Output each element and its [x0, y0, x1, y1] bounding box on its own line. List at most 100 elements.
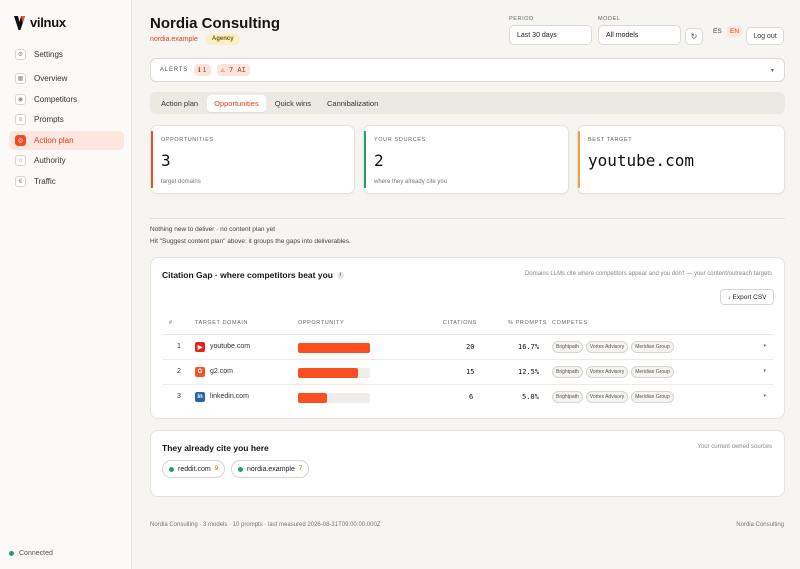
opportunity-fill — [298, 343, 370, 353]
main-content: Nordia Consulting nordia.example Agency … — [132, 0, 800, 569]
tab-cannibalization[interactable]: Cannibalization — [320, 95, 385, 112]
row-pct-prompts: 12.5% — [518, 368, 540, 376]
export-csv-button[interactable]: ↓ Export CSV — [720, 289, 774, 305]
competitor-chips: Brightpath Vortex Advisory Meridian Grou… — [552, 341, 674, 353]
sidebar-item-label: Competitors — [34, 95, 78, 104]
sidebar-item-traffic[interactable]: € Traffic — [9, 172, 124, 191]
card-accent — [364, 131, 366, 188]
lang-en-button[interactable]: EN — [727, 26, 743, 37]
agency-badge: Agency — [205, 33, 240, 45]
g2-icon: G — [195, 367, 205, 377]
opportunity-bar — [298, 343, 370, 353]
alerts-bar[interactable]: ALERTS ℹ 1 ⚠ 7 AI ▾ — [150, 58, 785, 82]
status-dot-icon — [9, 551, 14, 556]
footer-project: Nordia Consulting — [736, 522, 784, 528]
model-select[interactable]: All models — [598, 25, 681, 45]
card-accent — [151, 131, 153, 188]
card-value: 2 — [374, 151, 384, 170]
lang-es-button[interactable]: ES — [710, 26, 725, 37]
card-value: youtube.com — [588, 151, 694, 170]
youtube-icon: ▶ — [195, 342, 205, 352]
tab-quick-wins[interactable]: Quick wins — [268, 95, 318, 112]
competitor-chips: Brightpath Vortex Advisory Meridian Grou… — [552, 391, 674, 403]
competitor-chip: Meridian Group — [631, 341, 674, 353]
star-icon: ☆ — [15, 155, 26, 166]
target-icon: ◎ — [15, 135, 26, 146]
divider — [150, 218, 785, 219]
competitor-chip: Meridian Group — [631, 391, 674, 403]
card-accent — [578, 131, 580, 188]
row-domain: linkedin.com — [210, 393, 249, 400]
competitor-chip: Vortex Advisory — [585, 341, 629, 353]
footer-meta: Nordia Consulting · 3 models · 10 prompt… — [150, 522, 381, 528]
col-header-domain[interactable]: TARGET DOMAIN — [195, 320, 248, 326]
table-row[interactable]: 2 G g2.com 15 12.5% Brightpath Vortex Ad… — [162, 360, 774, 385]
source-pill[interactable]: nordia.example 7 — [231, 460, 310, 478]
chevron-down-icon[interactable]: ▾ — [763, 343, 766, 349]
grid-icon: ▦ — [15, 73, 26, 84]
alerts-label: ALERTS — [160, 67, 189, 73]
col-header-opportunity[interactable]: OPPORTUNITY — [298, 320, 344, 326]
panel-title: They already cite you here — [162, 443, 269, 453]
tab-opportunities[interactable]: Opportunities — [207, 94, 266, 112]
status-dot-icon — [238, 466, 243, 472]
card-sub: target domains — [161, 179, 201, 185]
chevron-down-icon[interactable]: ▾ — [763, 368, 766, 374]
connection-status: Connected — [9, 550, 53, 557]
sidebar-item-competitors[interactable]: ◉ Competitors — [9, 90, 124, 109]
col-header-pct-prompts[interactable]: % PROMPTS — [508, 320, 547, 326]
sidebar-item-settings[interactable]: ⚙ Settings — [9, 45, 124, 64]
row-citations: 20 — [466, 343, 475, 351]
content-plan-hint: Hit "Suggest content plan" above: it gro… — [150, 238, 351, 245]
col-header-citations[interactable]: CITATIONS — [443, 320, 477, 326]
ai-alert-badge: ⚠ 7 AI — [216, 64, 250, 76]
sidebar-item-label: Authority — [34, 156, 66, 165]
source-count: 9 — [214, 466, 219, 472]
source-pill[interactable]: reddit.com 9 — [162, 460, 226, 478]
source-domain: nordia.example — [247, 465, 295, 473]
best-target-card: BEST TARGET youtube.com — [577, 125, 785, 194]
period-label: PERIOD — [509, 16, 534, 22]
competitor-chips: Brightpath Vortex Advisory Meridian Grou… — [552, 366, 674, 378]
competitor-chip: Brightpath — [552, 341, 583, 353]
sidebar-item-label: Overview — [34, 74, 68, 83]
page-subtitle: nordia.example Agency — [150, 33, 240, 45]
logo[interactable]: vilnux — [14, 15, 66, 30]
sidebar-item-prompts[interactable]: ≡ Prompts — [9, 110, 124, 129]
brand-name: vilnux — [30, 15, 66, 30]
panel-description: Your current owned sources — [697, 444, 773, 450]
row-domain: g2.com — [210, 368, 233, 375]
competitor-chip: Meridian Group — [631, 366, 674, 378]
already-cite-panel: They already cite you here Your current … — [150, 430, 785, 497]
your-sources-card: YOUR SOURCES 2 where they already cite y… — [363, 125, 569, 194]
row-domain: youtube.com — [210, 343, 251, 350]
citation-gap-panel: Citation Gap · where competitors beat yo… — [150, 257, 785, 419]
row-rank: 3 — [177, 393, 181, 400]
chevron-down-icon[interactable]: ▾ — [763, 393, 766, 399]
content-plan-status: Nothing new to deliver · no content plan… — [150, 226, 276, 233]
chevron-down-icon: ▾ — [770, 67, 774, 74]
connection-label: Connected — [19, 550, 53, 557]
tab-action-plan[interactable]: Action plan — [154, 95, 205, 112]
period-select[interactable]: Last 30 days — [509, 25, 592, 45]
opportunity-fill — [298, 368, 358, 378]
page-title: Nordia Consulting — [150, 15, 280, 32]
panel-title: Citation Gap · where competitors beat yo… — [162, 270, 344, 280]
table-row[interactable]: 1 ▶ youtube.com 20 16.7% Brightpath Vort… — [162, 335, 774, 360]
list-icon: ≡ — [15, 114, 26, 125]
sidebar-item-authority[interactable]: ☆ Authority — [9, 151, 124, 170]
card-label: YOUR SOURCES — [374, 137, 426, 143]
competitor-chip: Brightpath — [552, 391, 583, 403]
sidebar-item-action-plan[interactable]: ◎ Action plan — [9, 131, 124, 150]
info-icon[interactable]: i — [336, 271, 344, 279]
refresh-button[interactable]: ↻ — [685, 28, 703, 45]
table-row[interactable]: 3 in linkedin.com 6 5.0% Brightpath Vort… — [162, 385, 774, 410]
logout-button[interactable]: Log out — [746, 27, 784, 45]
project-domain-link[interactable]: nordia.example — [150, 36, 198, 43]
sidebar-item-overview[interactable]: ▦ Overview — [9, 69, 124, 88]
panel-description: Domains LLMs cite where competitors appe… — [525, 271, 772, 277]
status-dot-icon — [169, 466, 174, 472]
opportunity-bar — [298, 393, 370, 403]
opportunities-card: OPPORTUNITIES 3 target domains — [150, 125, 355, 194]
source-domain: reddit.com — [178, 465, 211, 473]
